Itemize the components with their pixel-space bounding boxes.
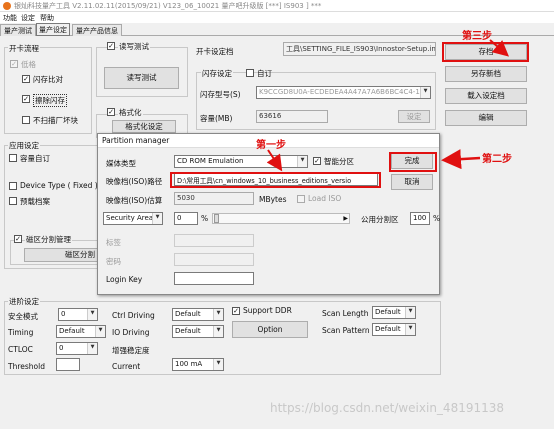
watermark: https://blog.csdn.net/weixin_48191138	[270, 401, 505, 415]
step1-arrow	[266, 149, 283, 172]
step3-arrow	[489, 39, 510, 57]
annotation-arrows	[266, 39, 510, 172]
step2-arrow	[441, 149, 481, 170]
